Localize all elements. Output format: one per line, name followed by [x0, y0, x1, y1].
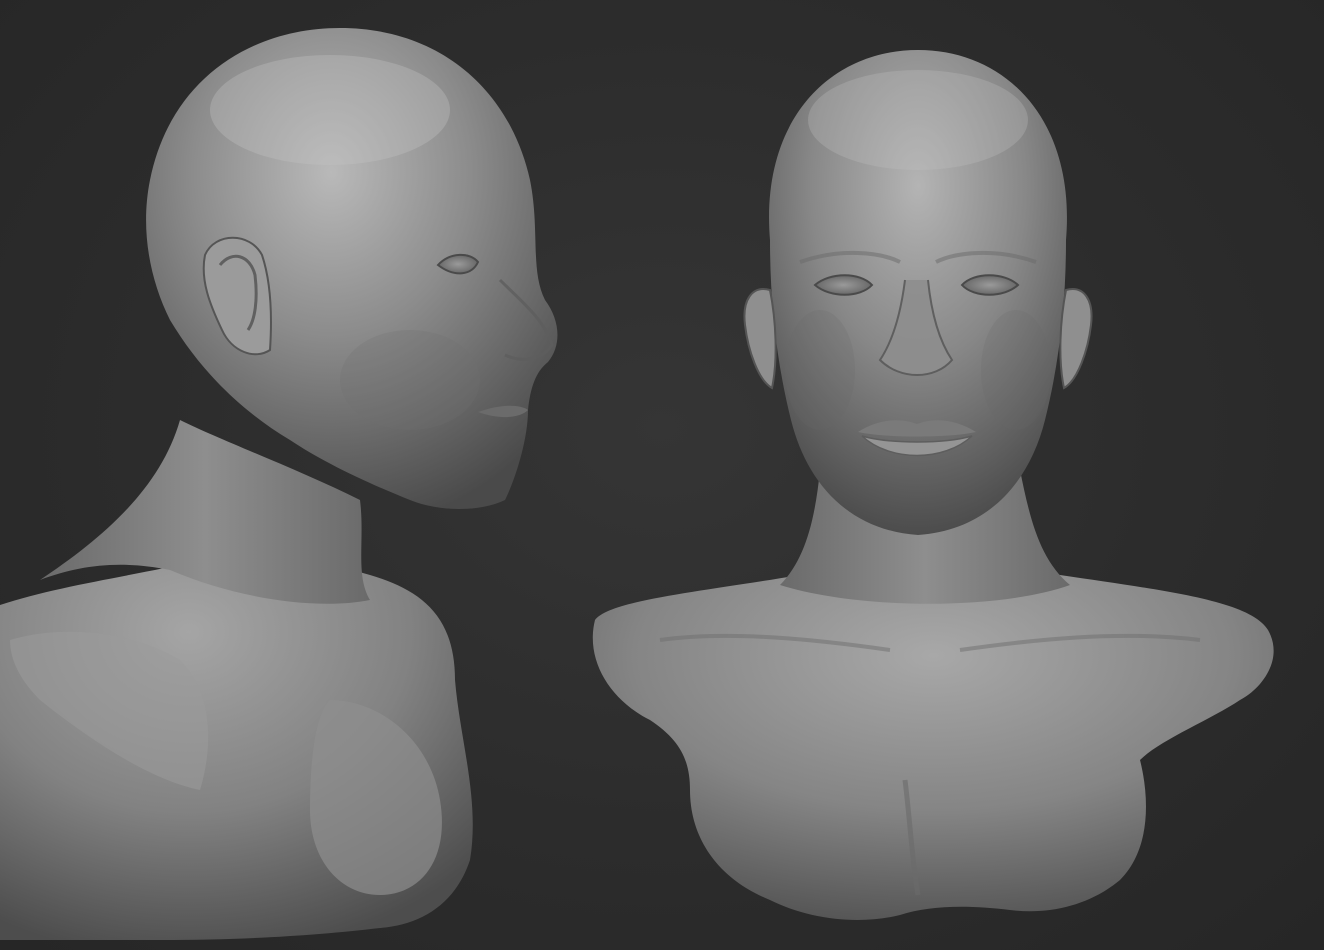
left-bust-cheek-shadow [340, 330, 480, 430]
front-bust-ear-left [743, 288, 777, 390]
front-bust-torso [592, 567, 1274, 920]
front-bust-cheek-right [981, 310, 1051, 430]
front-bust-ear-right [1059, 288, 1093, 390]
front-view-bust [592, 50, 1274, 920]
front-bust-cheek-left [785, 310, 855, 430]
front-bust-cranium-highlight [808, 70, 1028, 170]
render-canvas [0, 28, 1274, 940]
sculpt-viewport[interactable] [0, 0, 1324, 950]
left-bust-cranium-highlight [210, 55, 450, 165]
three-quarter-view-bust [0, 28, 558, 940]
